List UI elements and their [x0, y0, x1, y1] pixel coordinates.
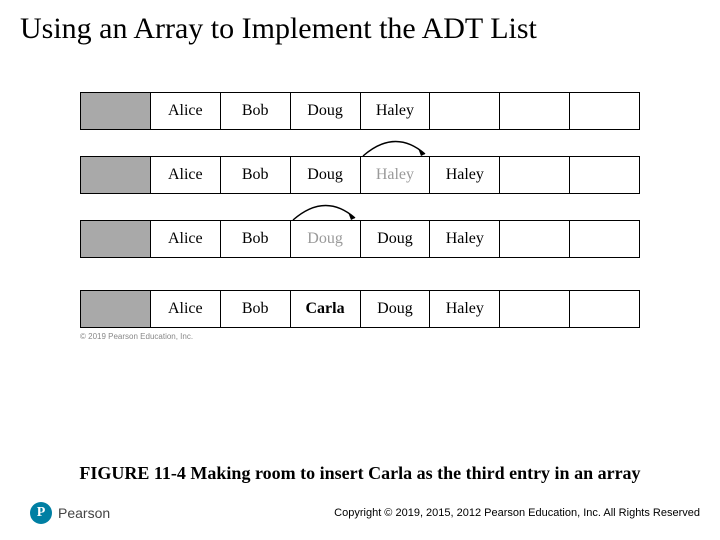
- cell: Bob: [221, 93, 291, 129]
- cell: [81, 291, 151, 327]
- cell: Doug: [291, 157, 361, 193]
- cell: [570, 291, 639, 327]
- cell: Haley: [430, 157, 500, 193]
- cell: [570, 93, 639, 129]
- image-credit: © 2019 Pearson Education, Inc.: [80, 332, 640, 341]
- cell: Doug: [361, 291, 431, 327]
- array-cells: Alice Bob Doug Haley: [80, 92, 640, 130]
- cell: [500, 221, 570, 257]
- cell: Haley: [361, 157, 431, 193]
- cell: Bob: [221, 157, 291, 193]
- cell: [570, 157, 639, 193]
- logo-circle-icon: P: [30, 502, 52, 524]
- cell: Bob: [221, 291, 291, 327]
- array-row-4: Alice Bob Carla Doug Haley: [80, 290, 640, 328]
- copyright-text: Copyright © 2019, 2015, 2012 Pearson Edu…: [334, 507, 700, 519]
- cell: [81, 157, 151, 193]
- cell: Bob: [221, 221, 291, 257]
- array-cells: Alice Bob Doug Doug Haley: [80, 220, 640, 258]
- cell: Doug: [361, 221, 431, 257]
- cell: [81, 221, 151, 257]
- cell: Doug: [291, 93, 361, 129]
- figure-caption: FIGURE 11-4 Making room to insert Carla …: [0, 463, 720, 484]
- cell: Alice: [151, 291, 221, 327]
- cell: Haley: [430, 221, 500, 257]
- cell: Alice: [151, 221, 221, 257]
- cell: Alice: [151, 93, 221, 129]
- cell: [500, 291, 570, 327]
- cell: [430, 93, 500, 129]
- cell: [81, 93, 151, 129]
- array-row-3: Alice Bob Doug Doug Haley: [80, 220, 640, 258]
- slide-title: Using an Array to Implement the ADT List: [20, 12, 700, 46]
- cell: Haley: [430, 291, 500, 327]
- footer: P Pearson Copyright © 2019, 2015, 2012 P…: [0, 502, 700, 524]
- array-row-1: Alice Bob Doug Haley: [80, 92, 640, 130]
- slide: Using an Array to Implement the ADT List…: [0, 0, 720, 540]
- publisher-logo: P Pearson: [30, 502, 110, 524]
- cell: Carla: [291, 291, 361, 327]
- cell: [570, 221, 639, 257]
- logo-letter: P: [37, 505, 46, 521]
- array-row-2: Alice Bob Doug Haley Haley: [80, 156, 640, 194]
- figure-area: Alice Bob Doug Haley Alice Bob: [80, 92, 640, 341]
- cell: Doug: [291, 221, 361, 257]
- cell: [500, 157, 570, 193]
- logo-text: Pearson: [58, 505, 110, 521]
- cell: Alice: [151, 157, 221, 193]
- cell: Haley: [361, 93, 431, 129]
- array-cells: Alice Bob Carla Doug Haley: [80, 290, 640, 328]
- array-cells: Alice Bob Doug Haley Haley: [80, 156, 640, 194]
- cell: [500, 93, 570, 129]
